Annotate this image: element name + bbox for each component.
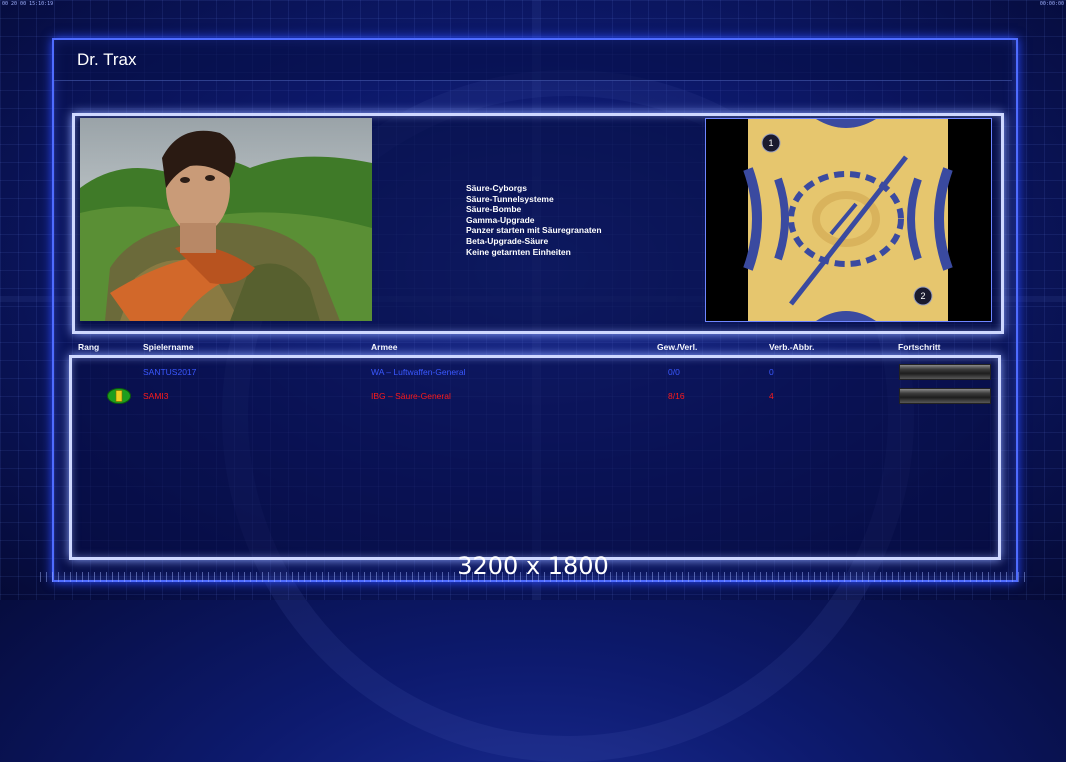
column-header-rank: Rang (78, 342, 100, 352)
start-position-label: 1 (768, 138, 773, 148)
upgrades-list: Säure-Cyborgs Säure-Tunnelsysteme Säure-… (466, 183, 602, 257)
disconnects-cell: 0 (769, 367, 774, 377)
title-bar (54, 40, 1012, 81)
upgrade-item: Panzer starten mit Säuregranaten (466, 225, 602, 236)
upgrade-item: Säure-Tunnelsysteme (466, 193, 554, 204)
rank-badge-icon (107, 388, 131, 404)
top-status-clock: 00:00:00 (1039, 1, 1064, 7)
minimap-terrain: 1 2 (706, 119, 991, 321)
column-header-army: Armee (371, 342, 398, 352)
resolution-overlay: 3200 x 1800 (457, 552, 609, 580)
column-header-progress: Fortschritt (898, 342, 941, 352)
upgrade-item: Beta-Upgrade-Säure (466, 235, 549, 246)
top-status-bar: 00 20 00 15:10:19 00:00:00 (0, 0, 1066, 8)
minimap: 1 2 (705, 118, 992, 322)
upgrade-item: Gamma-Upgrade (466, 214, 535, 225)
rank-icon (107, 388, 131, 404)
wins-losses-cell: 0/0 (668, 367, 680, 377)
progress-bar (899, 364, 991, 380)
page-title: Dr. Trax (77, 50, 137, 69)
column-header-disconnects: Verb.-Abbr. (769, 342, 815, 352)
upgrade-item: Säure-Cyborgs (466, 183, 527, 193)
column-header-player-name: Spielername (143, 342, 194, 352)
wins-losses-cell: 8/16 (668, 391, 685, 401)
upgrade-item: Säure-Bombe (466, 204, 522, 215)
disconnects-cell: 4 (769, 391, 774, 401)
army-cell: IBG – Säure-General (371, 391, 451, 401)
portrait-illustration (80, 130, 372, 321)
top-status-left: 00 20 00 15:10:19 (2, 1, 54, 7)
player-name-cell: SAMI3 (143, 391, 169, 401)
column-header-wins-losses: Gew./Verl. (657, 342, 698, 352)
player-list-panel (69, 355, 1001, 560)
player-name-cell: SANTUS2017 (143, 367, 197, 377)
progress-bar (899, 388, 991, 404)
army-cell: WA – Luftwaffen-General (371, 367, 466, 377)
upgrade-item: Keine getarnten Einheiten (466, 246, 571, 257)
start-position-label: 2 (920, 291, 925, 301)
general-portrait (80, 118, 372, 321)
